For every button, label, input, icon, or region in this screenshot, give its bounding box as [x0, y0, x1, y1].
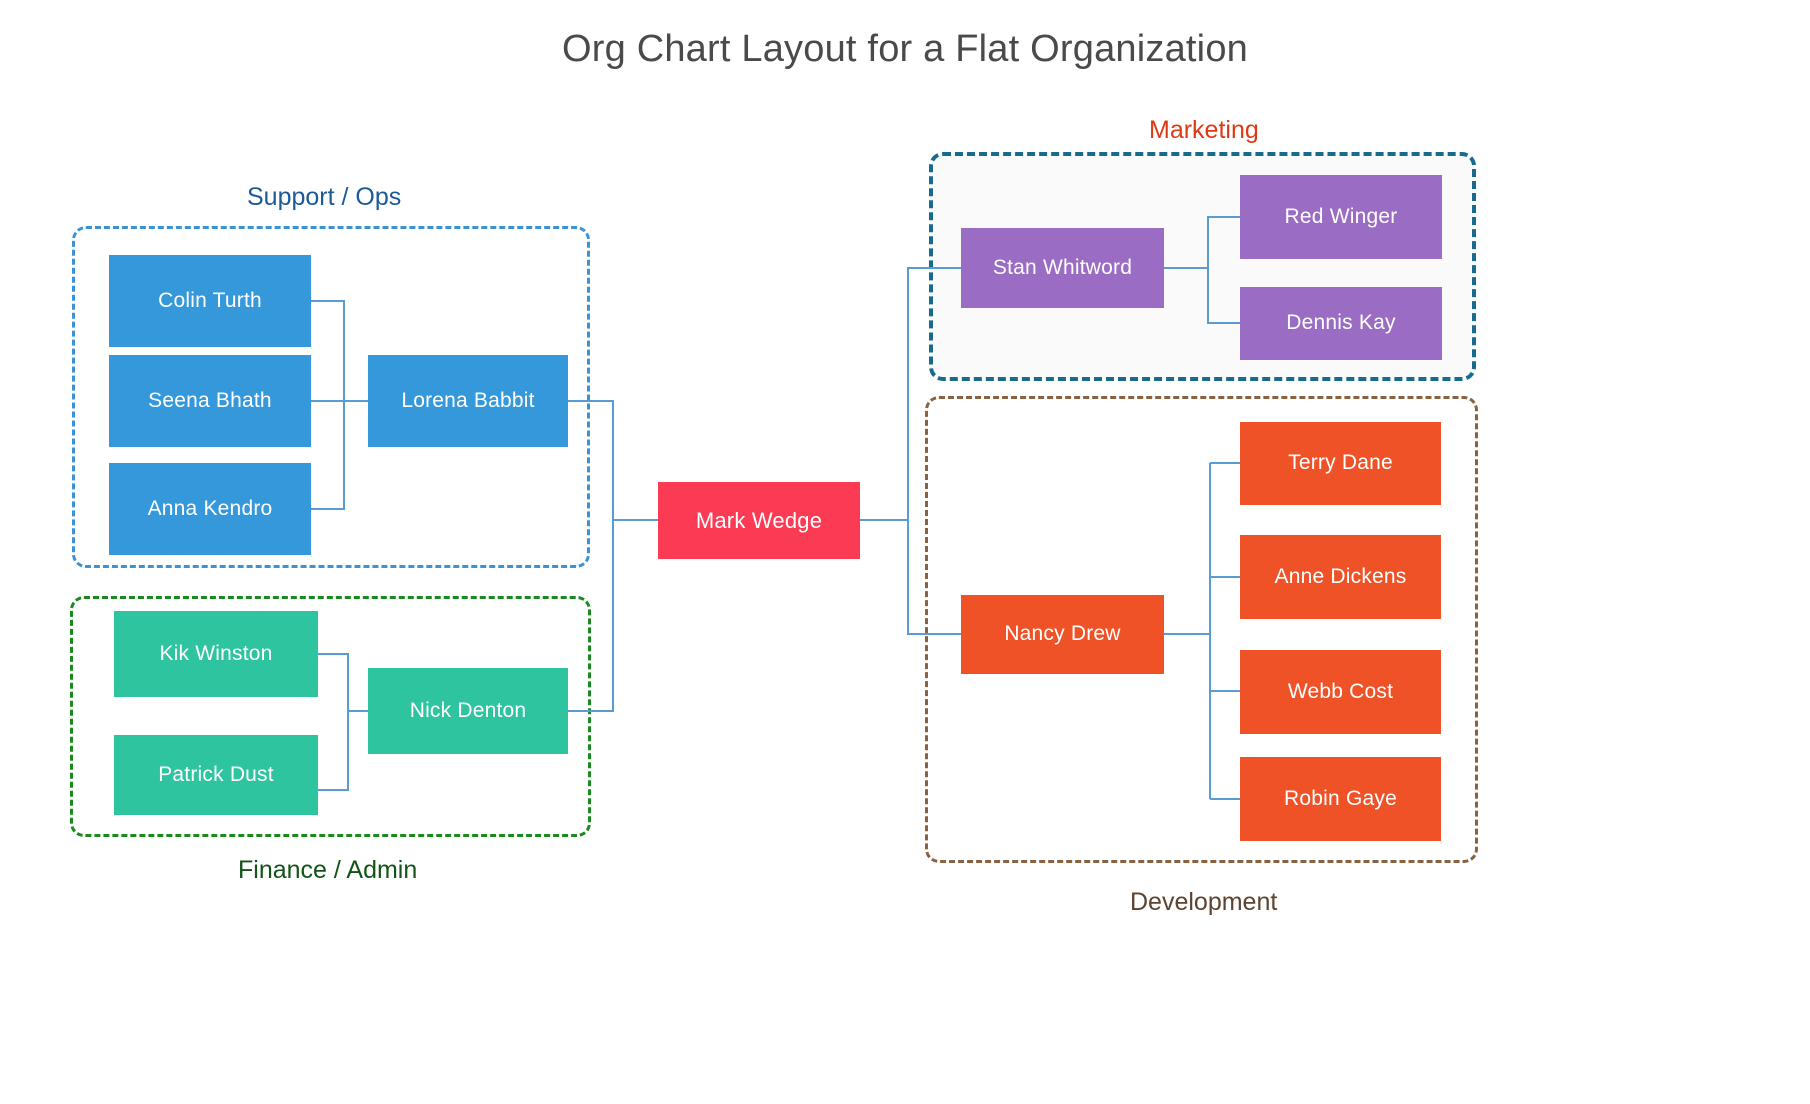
node-red-winger[interactable]: Red Winger — [1240, 175, 1442, 259]
node-nancy-drew[interactable]: Nancy Drew — [961, 595, 1164, 674]
node-mark-wedge[interactable]: Mark Wedge — [658, 482, 860, 559]
node-kik-winston[interactable]: Kik Winston — [114, 611, 318, 697]
node-patrick-dust[interactable]: Patrick Dust — [114, 735, 318, 815]
node-robin-gaye[interactable]: Robin Gaye — [1240, 757, 1441, 841]
node-anna-kendro[interactable]: Anna Kendro — [109, 463, 311, 555]
node-dennis-kay[interactable]: Dennis Kay — [1240, 287, 1442, 360]
node-anne-dickens[interactable]: Anne Dickens — [1240, 535, 1441, 619]
group-label-support: Support / Ops — [247, 183, 402, 211]
node-colin-turth[interactable]: Colin Turth — [109, 255, 311, 347]
node-nick-denton[interactable]: Nick Denton — [368, 668, 568, 754]
group-label-development: Development — [1130, 888, 1278, 916]
node-lorena-babbit[interactable]: Lorena Babbit — [368, 355, 568, 447]
org-chart-canvas: Org Chart Layout for a Flat Organization… — [0, 0, 1810, 1104]
group-label-marketing: Marketing — [1149, 116, 1259, 144]
node-terry-dane[interactable]: Terry Dane — [1240, 422, 1441, 505]
node-seena-bhath[interactable]: Seena Bhath — [109, 355, 311, 447]
node-webb-cost[interactable]: Webb Cost — [1240, 650, 1441, 734]
group-label-finance: Finance / Admin — [238, 856, 418, 884]
node-stan-whitword[interactable]: Stan Whitword — [961, 228, 1164, 308]
page-title: Org Chart Layout for a Flat Organization — [562, 28, 1248, 70]
